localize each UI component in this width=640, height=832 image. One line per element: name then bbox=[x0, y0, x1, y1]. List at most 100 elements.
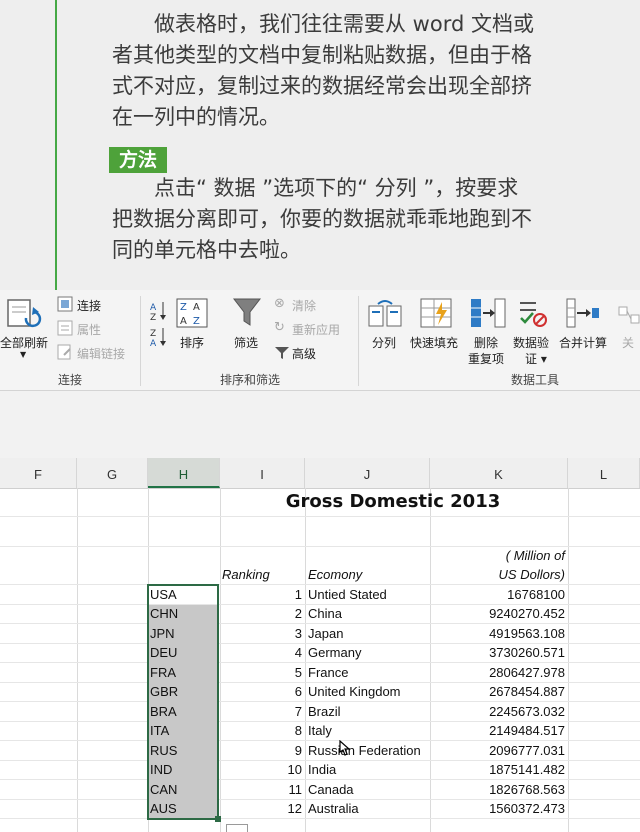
economy-cell[interactable]: Japan bbox=[308, 624, 343, 643]
connections-group-label: 连接 bbox=[57, 373, 82, 387]
filter-label: 筛选 bbox=[234, 336, 259, 350]
gridline bbox=[77, 488, 78, 832]
economy-cell[interactable]: United Kingdom bbox=[308, 682, 401, 701]
header-unit-cell[interactable]: ( Million of bbox=[432, 546, 565, 565]
data-validation-label: 数据验 bbox=[513, 336, 550, 350]
economy-cell[interactable]: France bbox=[308, 663, 348, 682]
column-header-f[interactable]: F bbox=[0, 458, 77, 488]
paragraph-line: 把数据分离即可，你要的数据就乖乖地跑到不 bbox=[112, 207, 532, 231]
flash-fill-label: 快速填充 bbox=[410, 336, 459, 350]
text-to-columns-icon bbox=[368, 300, 402, 327]
column-header-k[interactable]: K bbox=[430, 458, 568, 488]
properties-label: 属性 bbox=[77, 323, 102, 337]
relationships-icon bbox=[618, 306, 640, 324]
header-unit-cell[interactable]: US Dollors) bbox=[432, 565, 565, 584]
gdp-cell[interactable]: 1560372.473 bbox=[432, 799, 565, 818]
column-header-g[interactable]: G bbox=[77, 458, 148, 488]
gridline bbox=[220, 488, 221, 832]
gdp-cell[interactable]: 3730260.571 bbox=[432, 643, 565, 662]
gdp-cell[interactable]: 2806427.978 bbox=[432, 663, 565, 682]
economy-cell[interactable]: Australia bbox=[308, 799, 359, 818]
svg-text:A: A bbox=[150, 339, 157, 348]
economy-cell[interactable]: Germany bbox=[308, 643, 361, 662]
gdp-cell[interactable]: 1875141.482 bbox=[432, 760, 565, 779]
header-economy-cell[interactable]: Ecomony bbox=[308, 565, 362, 584]
data-tools-group-label: 数据工具 bbox=[510, 373, 559, 387]
column-header-i[interactable]: I bbox=[220, 458, 305, 488]
ranking-cell[interactable]: 4 bbox=[222, 643, 302, 662]
header-ranking-cell[interactable]: Ranking bbox=[222, 565, 270, 584]
ranking-cell[interactable]: 10 bbox=[222, 760, 302, 779]
ranking-cell[interactable]: 7 bbox=[222, 702, 302, 721]
book-page: 做表格时，我们往往需要从 word 文档或 者其他类型的文档中复制粘贴数据，但由… bbox=[0, 0, 640, 290]
ranking-cell[interactable]: 2 bbox=[222, 604, 302, 623]
economy-cell[interactable]: Canada bbox=[308, 780, 354, 799]
paragraph-line: 在一列中的情况。 bbox=[112, 105, 280, 129]
fill-handle[interactable] bbox=[215, 816, 221, 822]
svg-text:Z: Z bbox=[180, 302, 187, 313]
remove-duplicates-label: 删除 bbox=[474, 336, 499, 350]
svg-text:Z: Z bbox=[150, 313, 156, 322]
refresh-all-icon bbox=[7, 299, 42, 328]
paste-options-icon[interactable] bbox=[226, 824, 248, 832]
gdp-cell[interactable]: 1826768.563 bbox=[432, 780, 565, 799]
consolidate-icon bbox=[566, 298, 599, 328]
ranking-cell[interactable]: 8 bbox=[222, 721, 302, 740]
properties-icon bbox=[57, 320, 73, 336]
svg-text:A: A bbox=[150, 303, 157, 313]
ranking-cell[interactable]: 12 bbox=[222, 799, 302, 818]
sort-label: 排序 bbox=[180, 336, 205, 350]
gridline bbox=[430, 488, 431, 832]
gdp-cell[interactable]: 2096777.031 bbox=[432, 741, 565, 760]
gdp-cell[interactable]: 16768100 bbox=[432, 585, 565, 604]
gridline bbox=[305, 488, 306, 832]
method-paragraph: 点击“ 数据 ”选项下的“ 分列 ”，按要求 把数据分离即可，你要的数据就乖乖地… bbox=[112, 173, 582, 266]
data-validation-label-2: 证 ▾ bbox=[525, 352, 547, 366]
economy-cell[interactable]: Italy bbox=[308, 721, 332, 740]
selection-border[interactable] bbox=[147, 584, 219, 820]
gridline bbox=[0, 516, 640, 517]
sheet-title[interactable]: Gross Domestic 2013 bbox=[218, 488, 568, 516]
ranking-cell[interactable]: 1 bbox=[222, 585, 302, 604]
economy-cell[interactable]: Untied Stated bbox=[308, 585, 387, 604]
ranking-cell[interactable]: 9 bbox=[222, 741, 302, 760]
flash-fill-icon bbox=[420, 298, 452, 328]
ranking-cell[interactable]: 3 bbox=[222, 624, 302, 643]
gdp-cell[interactable]: 2678454.887 bbox=[432, 682, 565, 701]
svg-text:A: A bbox=[180, 316, 187, 327]
group-separator bbox=[358, 296, 359, 386]
gdp-cell[interactable]: 2149484.517 bbox=[432, 721, 565, 740]
economy-cell[interactable]: India bbox=[308, 760, 336, 779]
paragraph-line: 点击“ 数据 ”选项下的“ 分列 ”，按要求 bbox=[154, 176, 519, 200]
economy-cell[interactable]: China bbox=[308, 604, 342, 623]
text-to-columns-label: 分列 bbox=[372, 336, 397, 350]
economy-cell[interactable]: Russian Federation bbox=[308, 741, 421, 760]
column-header-j[interactable]: J bbox=[305, 458, 430, 488]
ranking-cell[interactable]: 6 bbox=[222, 682, 302, 701]
remove-duplicates-label-2: 重复项 bbox=[468, 352, 505, 366]
column-header-bar: F G H I J K L bbox=[0, 458, 640, 489]
advanced-filter-icon bbox=[275, 347, 289, 359]
gdp-cell[interactable]: 9240270.452 bbox=[432, 604, 565, 623]
column-header-h[interactable]: H bbox=[148, 458, 220, 488]
economy-cell[interactable]: Brazil bbox=[308, 702, 341, 721]
gdp-cell[interactable]: 2245673.032 bbox=[432, 702, 565, 721]
clear-filter-icon: ⊗ bbox=[274, 296, 285, 311]
data-ribbon: 全部刷新 ▼ 连接 属性 编辑链接 连接 A Z Z A Z A A Z 排序 … bbox=[0, 290, 640, 391]
sort-filter-group-label: 排序和筛选 bbox=[219, 373, 280, 387]
paragraph-line: 式不对应，复制过来的数据经常会出现全部挤 bbox=[112, 74, 532, 98]
svg-text:Z: Z bbox=[193, 316, 200, 327]
advanced-filter-label: 高级 bbox=[292, 347, 317, 361]
paragraph-line: 者其他类型的文档中复制粘贴数据，但由于格 bbox=[112, 43, 532, 67]
sort-ascending-icon: A Z bbox=[150, 302, 166, 322]
ranking-cell[interactable]: 11 bbox=[222, 780, 303, 799]
column-header-l[interactable]: L bbox=[568, 458, 640, 488]
consolidate-label: 合并计算 bbox=[559, 336, 608, 350]
method-badge: 方法 bbox=[109, 147, 167, 173]
gdp-cell[interactable]: 4919563.108 bbox=[432, 624, 565, 643]
ranking-cell[interactable]: 5 bbox=[222, 663, 302, 682]
spreadsheet-grid[interactable]: F G H I J K L Gross Domestic 2013 ( Mill… bbox=[0, 458, 640, 832]
paragraph-line: 同的单元格中去啦。 bbox=[112, 238, 301, 262]
connections-icon bbox=[57, 296, 73, 312]
margin-line bbox=[55, 0, 57, 290]
